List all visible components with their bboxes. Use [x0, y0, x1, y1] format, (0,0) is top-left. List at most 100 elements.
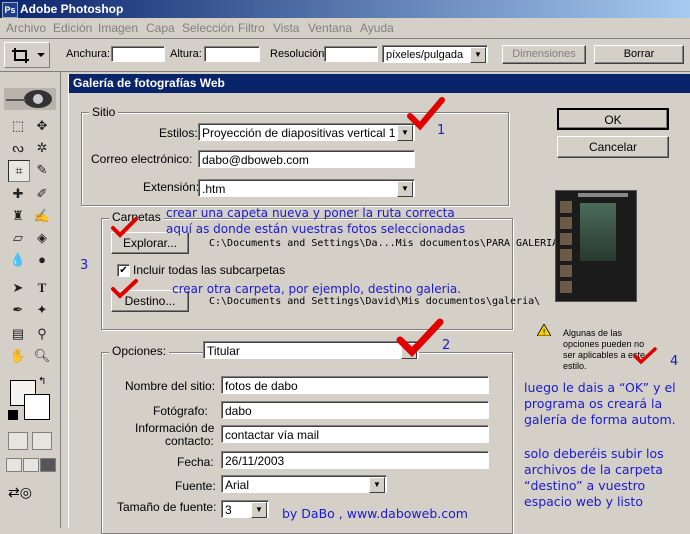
swap-colors-icon[interactable]: ↰ — [38, 376, 46, 387]
contact-label-line1: Información de — [135, 421, 215, 435]
site-name-value: fotos de dabo — [225, 379, 298, 393]
title-bar: Ps Adobe Photoshop — [0, 0, 690, 18]
contact-label-line2: contacto: — [165, 434, 214, 448]
menu-filtro[interactable]: Filtro — [238, 21, 265, 35]
height-input[interactable] — [204, 46, 260, 62]
toolbox: ⬚ ✥ ᔓ ✲ ⌗ ✎ ✚ ✐ ♜ ✍ ▱ ◈ 💧 ● ➤ T ✒ ✦ ▤ ⚲ … — [0, 72, 61, 528]
width-label: Anchura: — [66, 48, 111, 60]
styles-select[interactable]: Proyección de diapositivas vertical 1 ▼ — [198, 123, 415, 141]
resolution-unit-value: píxeles/pulgada — [386, 49, 464, 61]
width-input[interactable] — [111, 46, 165, 62]
move-tool-icon[interactable]: ✥ — [32, 116, 52, 136]
site-name-label: Nombre del sitio: — [125, 379, 216, 393]
check-mark-destination — [111, 279, 138, 299]
annotation-credit: by DaBo , www.daboweb.com — [282, 506, 468, 521]
lasso-tool-icon[interactable]: ᔓ — [8, 138, 28, 158]
jump-to-imageready-icon[interactable]: ⇄◎ — [8, 484, 52, 504]
menu-archivo[interactable]: Archivo — [6, 21, 46, 35]
chevron-down-icon: ▼ — [369, 477, 385, 493]
default-colors-icon[interactable] — [8, 410, 18, 420]
preview-thumb — [560, 249, 572, 261]
dodge-tool-icon[interactable]: ● — [32, 250, 52, 270]
menu-bar: Archivo Edición Imagen Capa Selección Fi… — [0, 18, 690, 39]
menu-vista[interactable]: Vista — [273, 21, 299, 35]
notes-tool-icon[interactable]: ▤ — [8, 324, 28, 344]
font-size-value: 3 — [225, 503, 232, 517]
menu-ayuda[interactable]: Ayuda — [360, 21, 394, 35]
include-subfolders-checkbox[interactable]: ✔ — [117, 264, 130, 277]
brush-tool-icon[interactable]: ✐ — [32, 184, 52, 204]
clear-button[interactable]: Borrar — [594, 45, 684, 64]
type-tool-icon[interactable]: T — [32, 278, 52, 298]
extension-select[interactable]: .htm ▼ — [198, 179, 415, 197]
svg-text:!: ! — [543, 328, 546, 336]
crop-tool-icon[interactable]: ⌗ — [8, 160, 30, 182]
photographer-input[interactable]: dabo — [221, 401, 489, 419]
annotation-upload-tip-line: espacio web y listo — [524, 494, 643, 509]
eyedropper-tool-icon[interactable]: ⚲ — [32, 324, 52, 344]
menu-imagen[interactable]: Imagen — [98, 21, 138, 35]
crop-icon — [12, 48, 45, 63]
dimensions-button[interactable]: Dimensiones — [502, 45, 586, 64]
font-select[interactable]: Arial ▼ — [221, 475, 387, 493]
chevron-down-icon: ▼ — [251, 502, 267, 518]
slice-tool-icon[interactable]: ✎ — [32, 160, 52, 180]
screen-mode-full-menu-icon[interactable] — [23, 458, 39, 472]
styles-label: Estilos: — [159, 126, 198, 140]
annotation-ok-tip: luego le dais a “OK” y el programa os cr… — [524, 380, 676, 428]
email-label: Correo electrónico: — [91, 152, 193, 166]
custom-shape-tool-icon[interactable]: ✦ — [32, 300, 52, 320]
annotation-folders-tip-2: aquí as donde están vuestras fotos selec… — [166, 222, 466, 236]
date-input[interactable]: 26/11/2003 — [221, 451, 489, 469]
menu-seleccion[interactable]: Selección — [182, 21, 234, 35]
toolbox-header — [4, 88, 56, 110]
hand-tool-icon[interactable]: ✋ — [8, 346, 28, 366]
history-brush-tool-icon[interactable]: ✍ — [32, 206, 52, 226]
preview-thumb — [560, 265, 572, 277]
menu-ventana[interactable]: Ventana — [308, 21, 352, 35]
cancel-button[interactable]: Cancelar — [557, 136, 669, 158]
styles-value: Proyección de diapositivas vertical 1 — [202, 126, 396, 140]
menu-edicion[interactable]: Edición — [53, 21, 92, 35]
resolution-input[interactable] — [324, 46, 378, 62]
annotation-upload-tip-line: solo deberéis subir los — [524, 446, 664, 461]
paint-bucket-tool-icon[interactable]: ◈ — [32, 228, 52, 248]
zoom-tool-icon[interactable]: 🔍︎ — [32, 346, 52, 366]
standard-mode-icon[interactable] — [8, 432, 28, 450]
extension-value: .htm — [202, 182, 226, 196]
quick-mask-icon[interactable] — [32, 432, 52, 450]
menu-capa[interactable]: Capa — [146, 21, 175, 35]
annotation-number-3: 3 — [80, 258, 89, 273]
options-select[interactable]: Titular ▼ — [203, 341, 419, 359]
options-bar: Anchura: Altura: Resolución: píxeles/pul… — [0, 39, 690, 72]
clone-stamp-tool-icon[interactable]: ♜ — [8, 206, 28, 226]
photographer-label: Fotógrafo: — [153, 404, 208, 418]
site-name-input[interactable]: fotos de dabo — [221, 376, 489, 394]
options-value: Titular — [207, 344, 240, 358]
magic-wand-tool-icon[interactable]: ✲ — [32, 138, 52, 158]
pen-tool-icon[interactable]: ✒ — [8, 300, 28, 320]
annotation-upload-tip: solo deberéis subir los archivos de la c… — [524, 446, 664, 510]
path-selection-tool-icon[interactable]: ➤ — [8, 278, 28, 298]
font-size-select[interactable]: 3 ▼ — [221, 500, 269, 518]
healing-brush-tool-icon[interactable]: ✚ — [8, 184, 28, 204]
marquee-tool-icon[interactable]: ⬚ — [8, 116, 28, 136]
tool-preset-picker[interactable] — [4, 42, 50, 68]
annotation-ok-tip-line: galería de forma autom. — [524, 412, 676, 427]
resolution-unit-select[interactable]: píxeles/pulgada ▼ — [382, 45, 488, 63]
screen-mode-full-icon[interactable] — [40, 458, 56, 472]
photographer-value: dabo — [225, 404, 252, 418]
ok-button[interactable]: OK — [557, 108, 669, 130]
annotation-ok-tip-line: programa os creará la — [524, 396, 663, 411]
background-color-swatch[interactable] — [24, 394, 50, 420]
warning-icon: ! — [536, 323, 552, 337]
eraser-tool-icon[interactable]: ▱ — [8, 228, 28, 248]
email-input[interactable]: dabo@dboweb.com — [198, 150, 415, 168]
preview-thumb — [560, 201, 572, 213]
check-mark-browse — [111, 217, 138, 238]
contact-input[interactable]: contactar vía mail — [221, 425, 489, 443]
options-label: Opciones: — [109, 344, 170, 358]
annotation-upload-tip-line: archivos de la carpeta — [524, 462, 663, 477]
blur-tool-icon[interactable]: 💧 — [8, 250, 28, 270]
screen-mode-standard-icon[interactable] — [6, 458, 22, 472]
